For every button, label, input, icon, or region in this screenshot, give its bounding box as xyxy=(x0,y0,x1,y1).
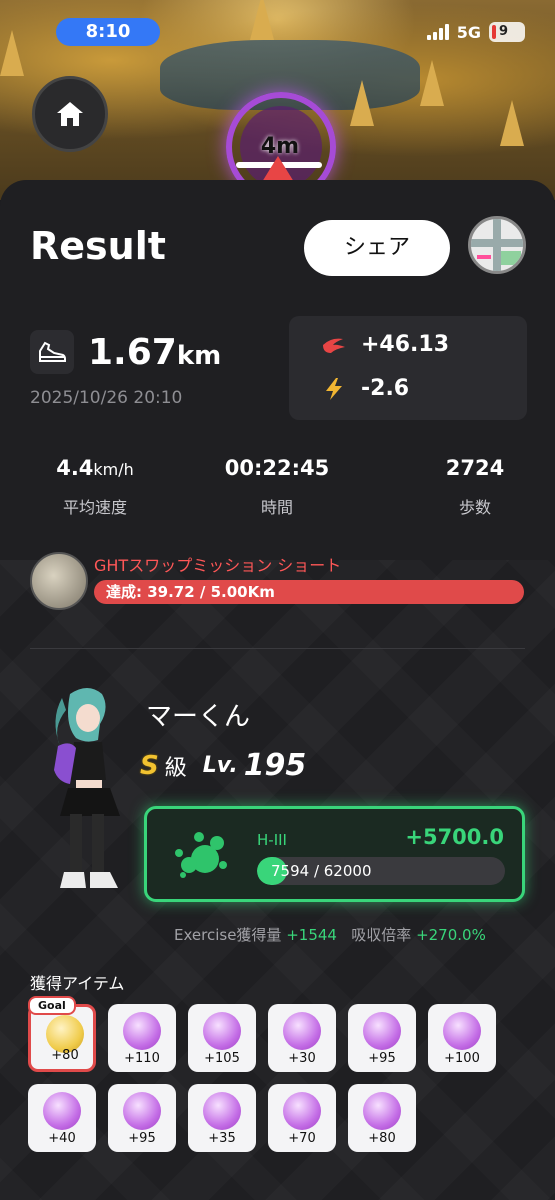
items-title: 獲得アイテム xyxy=(30,974,125,993)
reward-item[interactable]: +110 xyxy=(108,1004,176,1072)
status-indicators: 5G 9 xyxy=(426,22,525,42)
absorption-value: +270.0% xyxy=(416,926,486,944)
result-card: Result シェア 1.67km 2025/10/26 20:10 +46.1… xyxy=(0,180,555,1200)
reward-item-amount: +110 xyxy=(124,1051,160,1066)
reward-item[interactable]: +80 xyxy=(348,1084,416,1152)
stat-time: 00:22:45 時間 xyxy=(222,456,332,518)
absorption-label: 吸収倍率 xyxy=(351,926,412,944)
energy-type: H-III xyxy=(257,831,287,849)
purple-coin-icon xyxy=(363,1012,401,1050)
mission-title: GHTスワップミッション ショート xyxy=(94,556,342,575)
stat-steps-value: 2724 xyxy=(445,456,505,480)
battery-level: 9 xyxy=(499,24,509,39)
rank-badge-icon: S xyxy=(140,750,159,781)
reward-item-amount: +100 xyxy=(444,1051,480,1066)
mini-map-button[interactable] xyxy=(468,216,526,274)
reward-token-value: +46.13 xyxy=(361,332,450,357)
stat-speed-label: 平均速度 xyxy=(62,498,127,517)
shoe-icon xyxy=(30,330,74,374)
reward-row-token: +46.13 xyxy=(321,332,449,357)
reward-box: +46.13 -2.6 xyxy=(289,316,527,420)
castle-spire xyxy=(420,60,444,106)
share-button[interactable]: シェア xyxy=(304,220,450,276)
distance-unit: km xyxy=(176,341,222,371)
rank-suffix: 級 xyxy=(164,755,187,781)
mission-progress-bar: 達成: 39.72 / 5.00Km xyxy=(94,580,524,604)
castle-spire xyxy=(0,30,24,76)
energy-progress-text: 7594 / 62000 xyxy=(271,862,372,880)
battery-icon: 9 xyxy=(489,22,525,42)
level-value: 195 xyxy=(243,748,307,783)
distance-number: 1.67 xyxy=(88,332,177,373)
stat-speed-value: 4.4 xyxy=(56,456,94,480)
energy-panel: H-III +5700.0 7594 / 62000 xyxy=(144,806,525,902)
mission-badge-icon xyxy=(30,552,88,610)
reward-item-amount: +40 xyxy=(48,1131,76,1146)
reward-item[interactable]: +35 xyxy=(188,1084,256,1152)
stat-speed-unit: km/h xyxy=(93,460,134,479)
reward-item[interactable]: +95 xyxy=(108,1084,176,1152)
reward-item[interactable]: +30 xyxy=(268,1004,336,1072)
reward-item-amount: +70 xyxy=(288,1131,316,1146)
stat-steps: 2724 歩数 xyxy=(420,456,530,518)
purple-coin-icon xyxy=(123,1012,161,1050)
purple-coin-icon xyxy=(43,1092,81,1130)
stat-speed: 4.4km/h 平均速度 xyxy=(40,456,150,518)
purple-coin-icon xyxy=(363,1092,401,1130)
reward-item[interactable]: +105 xyxy=(188,1004,256,1072)
direction-arrow-icon xyxy=(262,156,294,182)
exercise-label: Exercise獲得量 xyxy=(174,926,282,944)
reward-item-amount: +80 xyxy=(368,1131,396,1146)
reward-item[interactable]: +100 xyxy=(428,1004,496,1072)
signal-icon xyxy=(426,24,449,40)
purple-coin-icon xyxy=(203,1012,241,1050)
castle-spire xyxy=(500,100,524,146)
energy-gain: +5700.0 xyxy=(405,825,504,849)
reward-item[interactable]: +70 xyxy=(268,1084,336,1152)
character-avatar[interactable] xyxy=(40,684,136,904)
reward-item[interactable]: +95 xyxy=(348,1004,416,1072)
reward-item[interactable]: +40 xyxy=(28,1084,96,1152)
level-label: Lv. xyxy=(202,753,238,778)
stat-time-value: 00:22:45 xyxy=(224,456,330,480)
home-button[interactable] xyxy=(32,76,108,152)
exercise-value: +1544 xyxy=(286,926,337,944)
character-rank: S 級 Lv. 195 xyxy=(140,748,306,783)
reward-item-amount: +80 xyxy=(51,1048,79,1063)
purple-coin-icon xyxy=(283,1092,321,1130)
status-time: 8:10 xyxy=(56,18,160,46)
purple-coin-icon xyxy=(123,1092,161,1130)
reward-item-amount: +105 xyxy=(204,1051,240,1066)
reward-item-amount: +35 xyxy=(208,1131,236,1146)
session-datetime: 2025/10/26 20:10 xyxy=(30,388,183,408)
purple-coin-icon xyxy=(283,1012,321,1050)
page-title: Result xyxy=(30,224,166,268)
home-icon xyxy=(57,102,83,126)
molecule-icon xyxy=(175,832,227,878)
lightning-icon xyxy=(326,377,342,400)
stat-steps-label: 歩数 xyxy=(458,498,491,517)
character-name: マーくん xyxy=(146,702,251,732)
reward-item-amount: +95 xyxy=(368,1051,396,1066)
stat-time-label: 時間 xyxy=(260,498,293,517)
reward-item-amount: +30 xyxy=(288,1051,316,1066)
castle-spire xyxy=(350,80,374,126)
exercise-summary: Exercise獲得量 +1544 吸収倍率 +270.0% xyxy=(174,924,486,945)
network-label: 5G xyxy=(456,22,481,42)
purple-coin-icon xyxy=(443,1012,481,1050)
castle-spire xyxy=(250,0,274,40)
goal-tag: Goal xyxy=(28,996,76,1015)
comet-icon xyxy=(323,338,345,353)
energy-progress-bar: 7594 / 62000 xyxy=(257,857,505,885)
divider xyxy=(30,648,525,649)
purple-coin-icon xyxy=(203,1092,241,1130)
distance-value: 1.67km xyxy=(88,332,221,373)
reward-energy-value: -2.6 xyxy=(361,376,410,401)
reward-row-energy: -2.6 xyxy=(321,376,409,401)
reward-item-amount: +95 xyxy=(128,1131,156,1146)
